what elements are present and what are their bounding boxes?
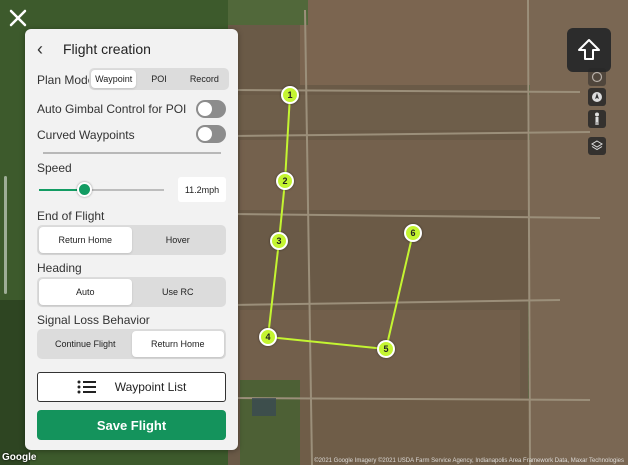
speed-label: Speed (37, 161, 72, 175)
list-icon (77, 380, 96, 394)
curved-waypoints-toggle[interactable] (196, 125, 226, 143)
toggle-knob (198, 102, 212, 116)
map-copyright: ©2021 Google Imagery ©2021 USDA Farm Ser… (314, 458, 624, 464)
flight-creation-panel: ‹ Flight creation Plan Mode Waypoint POI… (25, 29, 238, 450)
toggle-knob (198, 127, 212, 141)
person-icon (595, 112, 599, 125)
plan-mode-selector[interactable]: Waypoint POI Record (89, 68, 229, 90)
signal-loss-label: Signal Loss Behavior (37, 313, 150, 327)
waypoint-marker[interactable]: 4 (259, 328, 277, 346)
plan-mode-poi[interactable]: POI (136, 70, 181, 88)
save-flight-button[interactable]: Save Flight (37, 410, 226, 440)
waypoint-marker[interactable]: 6 (404, 224, 422, 242)
heading-use-rc[interactable]: Use RC (132, 279, 225, 305)
compass-icon (592, 92, 602, 102)
signal-loss-selector[interactable]: Continue Flight Return Home (37, 329, 226, 359)
waypoint-list-label: Waypoint List (114, 380, 187, 394)
home-arrow-icon (578, 39, 600, 60)
compass-icon (591, 71, 603, 83)
locate-button[interactable] (588, 88, 606, 106)
end-of-flight-return-home[interactable]: Return Home (39, 227, 132, 253)
layers-button[interactable] (588, 137, 606, 155)
panel-header: ‹ Flight creation (25, 29, 238, 69)
heading-label: Heading (37, 261, 82, 275)
plan-mode-record[interactable]: Record (182, 70, 227, 88)
waypoint-list-button[interactable]: Waypoint List (37, 372, 226, 402)
heading-selector[interactable]: Auto Use RC (37, 277, 226, 307)
section-divider (43, 152, 221, 154)
waypoint-marker[interactable]: 3 (270, 232, 288, 250)
speed-slider-track[interactable] (39, 189, 164, 191)
speed-slider-thumb[interactable] (76, 182, 92, 197)
heading-auto[interactable]: Auto (39, 279, 132, 305)
panel-title: Flight creation (63, 41, 151, 57)
plan-mode-waypoint[interactable]: Waypoint (91, 70, 137, 88)
layers-icon (591, 140, 603, 151)
home-point-button[interactable] (567, 28, 611, 72)
compass-button[interactable] (588, 68, 606, 86)
close-button[interactable] (6, 6, 30, 30)
waypoint-marker[interactable]: 2 (276, 172, 294, 190)
back-chevron-icon[interactable]: ‹ (37, 39, 61, 60)
auto-gimbal-label: Auto Gimbal Control for POI (37, 102, 187, 116)
signal-loss-continue-flight[interactable]: Continue Flight (39, 331, 132, 357)
signal-loss-return-home[interactable]: Return Home (131, 331, 224, 357)
scroll-indicator (4, 176, 7, 294)
waypoint-marker[interactable]: 5 (377, 340, 395, 358)
end-of-flight-hover[interactable]: Hover (132, 227, 225, 253)
speed-input[interactable]: 11.2mph (178, 177, 226, 202)
waypoint-marker[interactable]: 1 (281, 86, 299, 104)
end-of-flight-selector[interactable]: Return Home Hover (37, 225, 226, 255)
auto-gimbal-toggle[interactable] (196, 100, 226, 118)
close-icon (9, 9, 27, 27)
street-view-button[interactable] (588, 110, 606, 128)
map-attribution: Google (2, 452, 37, 463)
curved-waypoints-label: Curved Waypoints (37, 128, 135, 142)
end-of-flight-label: End of Flight (37, 209, 105, 223)
plan-mode-label: Plan Mode (37, 73, 95, 87)
